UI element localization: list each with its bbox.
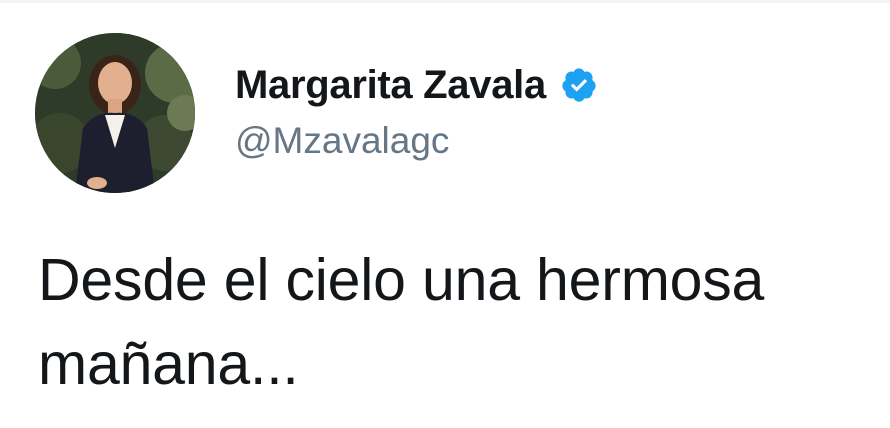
verified-badge-icon xyxy=(560,66,598,104)
top-divider xyxy=(0,0,890,3)
avatar[interactable] xyxy=(35,33,195,193)
avatar-photo xyxy=(35,33,195,193)
tweet-card: Margarita Zavala @Mzavalagc Desde el cie… xyxy=(0,0,890,428)
user-handle[interactable]: @Mzavalagc xyxy=(235,120,598,162)
tweet-text: Desde el cielo una hermosa mañana... xyxy=(38,247,765,397)
display-name[interactable]: Margarita Zavala xyxy=(235,63,546,108)
name-row: Margarita Zavala xyxy=(235,58,598,112)
tweet-header: Margarita Zavala @Mzavalagc xyxy=(235,58,598,162)
